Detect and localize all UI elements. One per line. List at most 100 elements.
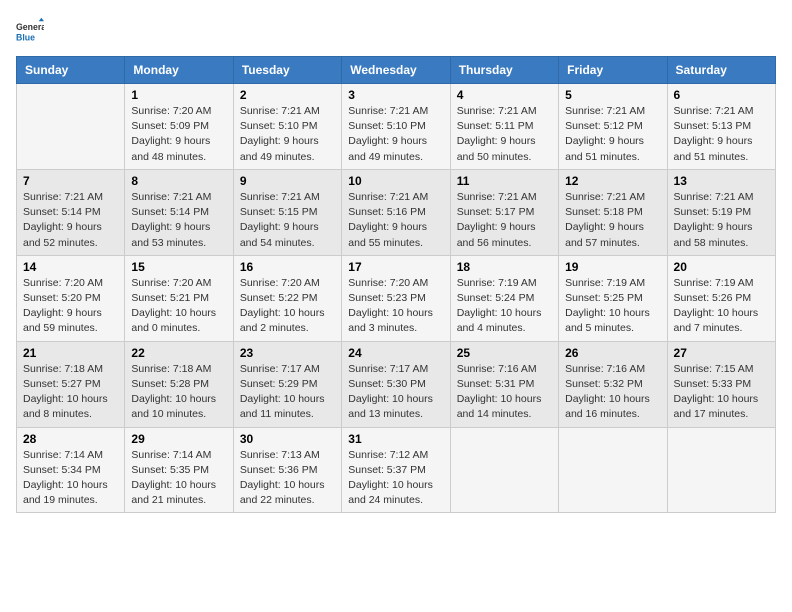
day-number: 24 — [348, 346, 443, 360]
column-header-thursday: Thursday — [450, 57, 558, 84]
day-number: 13 — [674, 174, 769, 188]
day-info: Sunrise: 7:14 AM Sunset: 5:34 PM Dayligh… — [23, 448, 118, 509]
calendar-cell — [450, 427, 558, 513]
day-info: Sunrise: 7:20 AM Sunset: 5:22 PM Dayligh… — [240, 276, 335, 337]
daylight-label: Daylight: 9 hours and 48 minutes. — [131, 135, 210, 162]
column-header-tuesday: Tuesday — [233, 57, 341, 84]
calendar-cell: 19 Sunrise: 7:19 AM Sunset: 5:25 PM Dayl… — [559, 255, 667, 341]
day-info: Sunrise: 7:14 AM Sunset: 5:35 PM Dayligh… — [131, 448, 226, 509]
sunrise-label: Sunrise: 7:14 AM — [23, 449, 103, 461]
sunrise-label: Sunrise: 7:16 AM — [565, 363, 645, 375]
daylight-label: Daylight: 9 hours and 51 minutes. — [674, 135, 753, 162]
day-info: Sunrise: 7:19 AM Sunset: 5:26 PM Dayligh… — [674, 276, 769, 337]
column-header-saturday: Saturday — [667, 57, 775, 84]
day-info: Sunrise: 7:20 AM Sunset: 5:23 PM Dayligh… — [348, 276, 443, 337]
calendar-cell — [559, 427, 667, 513]
day-number: 2 — [240, 88, 335, 102]
sunset-label: Sunset: 5:37 PM — [348, 464, 426, 476]
sunrise-label: Sunrise: 7:20 AM — [240, 277, 320, 289]
day-info: Sunrise: 7:13 AM Sunset: 5:36 PM Dayligh… — [240, 448, 335, 509]
day-number: 21 — [23, 346, 118, 360]
sunrise-label: Sunrise: 7:19 AM — [457, 277, 537, 289]
sunset-label: Sunset: 5:17 PM — [457, 206, 535, 218]
calendar-cell: 20 Sunrise: 7:19 AM Sunset: 5:26 PM Dayl… — [667, 255, 775, 341]
sunrise-label: Sunrise: 7:14 AM — [131, 449, 211, 461]
sunset-label: Sunset: 5:13 PM — [674, 120, 752, 132]
calendar-cell: 6 Sunrise: 7:21 AM Sunset: 5:13 PM Dayli… — [667, 84, 775, 170]
calendar-week-row: 21 Sunrise: 7:18 AM Sunset: 5:27 PM Dayl… — [17, 341, 776, 427]
sunset-label: Sunset: 5:35 PM — [131, 464, 209, 476]
day-number: 30 — [240, 432, 335, 446]
sunset-label: Sunset: 5:22 PM — [240, 292, 318, 304]
day-info: Sunrise: 7:21 AM Sunset: 5:10 PM Dayligh… — [240, 104, 335, 165]
day-info: Sunrise: 7:20 AM Sunset: 5:21 PM Dayligh… — [131, 276, 226, 337]
day-number: 19 — [565, 260, 660, 274]
day-number: 23 — [240, 346, 335, 360]
sunrise-label: Sunrise: 7:18 AM — [131, 363, 211, 375]
day-number: 17 — [348, 260, 443, 274]
daylight-label: Daylight: 10 hours and 22 minutes. — [240, 479, 325, 506]
day-info: Sunrise: 7:21 AM Sunset: 5:16 PM Dayligh… — [348, 190, 443, 251]
day-number: 1 — [131, 88, 226, 102]
svg-text:Blue: Blue — [16, 33, 35, 43]
sunrise-label: Sunrise: 7:13 AM — [240, 449, 320, 461]
day-number: 11 — [457, 174, 552, 188]
calendar-cell: 25 Sunrise: 7:16 AM Sunset: 5:31 PM Dayl… — [450, 341, 558, 427]
daylight-label: Daylight: 9 hours and 55 minutes. — [348, 221, 427, 248]
calendar-cell: 15 Sunrise: 7:20 AM Sunset: 5:21 PM Dayl… — [125, 255, 233, 341]
day-number: 6 — [674, 88, 769, 102]
daylight-label: Daylight: 10 hours and 10 minutes. — [131, 393, 216, 420]
logo: General Blue — [16, 16, 48, 44]
day-info: Sunrise: 7:17 AM Sunset: 5:30 PM Dayligh… — [348, 362, 443, 423]
calendar-cell: 22 Sunrise: 7:18 AM Sunset: 5:28 PM Dayl… — [125, 341, 233, 427]
day-info: Sunrise: 7:17 AM Sunset: 5:29 PM Dayligh… — [240, 362, 335, 423]
day-number: 31 — [348, 432, 443, 446]
day-number: 28 — [23, 432, 118, 446]
day-info: Sunrise: 7:21 AM Sunset: 5:17 PM Dayligh… — [457, 190, 552, 251]
calendar-cell: 13 Sunrise: 7:21 AM Sunset: 5:19 PM Dayl… — [667, 169, 775, 255]
daylight-label: Daylight: 10 hours and 5 minutes. — [565, 307, 650, 334]
day-info: Sunrise: 7:21 AM Sunset: 5:18 PM Dayligh… — [565, 190, 660, 251]
day-number: 4 — [457, 88, 552, 102]
day-info: Sunrise: 7:21 AM Sunset: 5:10 PM Dayligh… — [348, 104, 443, 165]
daylight-label: Daylight: 10 hours and 0 minutes. — [131, 307, 216, 334]
daylight-label: Daylight: 10 hours and 7 minutes. — [674, 307, 759, 334]
daylight-label: Daylight: 10 hours and 13 minutes. — [348, 393, 433, 420]
calendar-cell: 8 Sunrise: 7:21 AM Sunset: 5:14 PM Dayli… — [125, 169, 233, 255]
column-header-wednesday: Wednesday — [342, 57, 450, 84]
sunset-label: Sunset: 5:29 PM — [240, 378, 318, 390]
sunrise-label: Sunrise: 7:20 AM — [131, 105, 211, 117]
sunrise-label: Sunrise: 7:17 AM — [240, 363, 320, 375]
day-info: Sunrise: 7:19 AM Sunset: 5:24 PM Dayligh… — [457, 276, 552, 337]
sunrise-label: Sunrise: 7:21 AM — [457, 105, 537, 117]
day-number: 27 — [674, 346, 769, 360]
sunrise-label: Sunrise: 7:15 AM — [674, 363, 754, 375]
calendar-cell: 14 Sunrise: 7:20 AM Sunset: 5:20 PM Dayl… — [17, 255, 125, 341]
day-info: Sunrise: 7:20 AM Sunset: 5:09 PM Dayligh… — [131, 104, 226, 165]
calendar-table: SundayMondayTuesdayWednesdayThursdayFrid… — [16, 56, 776, 513]
day-number: 5 — [565, 88, 660, 102]
calendar-cell: 10 Sunrise: 7:21 AM Sunset: 5:16 PM Dayl… — [342, 169, 450, 255]
daylight-label: Daylight: 9 hours and 49 minutes. — [348, 135, 427, 162]
sunset-label: Sunset: 5:16 PM — [348, 206, 426, 218]
calendar-week-row: 7 Sunrise: 7:21 AM Sunset: 5:14 PM Dayli… — [17, 169, 776, 255]
day-number: 26 — [565, 346, 660, 360]
day-info: Sunrise: 7:21 AM Sunset: 5:15 PM Dayligh… — [240, 190, 335, 251]
sunset-label: Sunset: 5:19 PM — [674, 206, 752, 218]
daylight-label: Daylight: 10 hours and 16 minutes. — [565, 393, 650, 420]
daylight-label: Daylight: 9 hours and 56 minutes. — [457, 221, 536, 248]
page-header: General Blue — [16, 16, 776, 44]
calendar-cell: 24 Sunrise: 7:17 AM Sunset: 5:30 PM Dayl… — [342, 341, 450, 427]
calendar-cell: 12 Sunrise: 7:21 AM Sunset: 5:18 PM Dayl… — [559, 169, 667, 255]
day-info: Sunrise: 7:21 AM Sunset: 5:14 PM Dayligh… — [131, 190, 226, 251]
sunrise-label: Sunrise: 7:20 AM — [348, 277, 428, 289]
calendar-cell: 16 Sunrise: 7:20 AM Sunset: 5:22 PM Dayl… — [233, 255, 341, 341]
calendar-cell: 17 Sunrise: 7:20 AM Sunset: 5:23 PM Dayl… — [342, 255, 450, 341]
daylight-label: Daylight: 10 hours and 24 minutes. — [348, 479, 433, 506]
sunrise-label: Sunrise: 7:16 AM — [457, 363, 537, 375]
sunset-label: Sunset: 5:34 PM — [23, 464, 101, 476]
day-number: 25 — [457, 346, 552, 360]
calendar-week-row: 14 Sunrise: 7:20 AM Sunset: 5:20 PM Dayl… — [17, 255, 776, 341]
calendar-cell: 3 Sunrise: 7:21 AM Sunset: 5:10 PM Dayli… — [342, 84, 450, 170]
sunset-label: Sunset: 5:09 PM — [131, 120, 209, 132]
